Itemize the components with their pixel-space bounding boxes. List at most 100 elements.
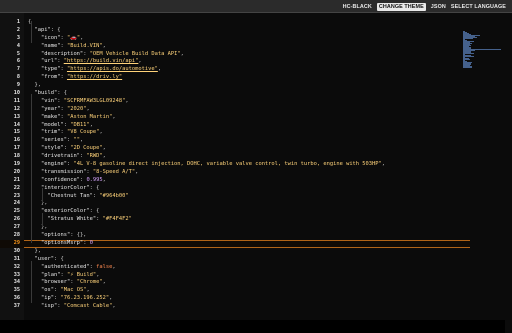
code-line[interactable]: 8 "from": "https://driv.ly": [0, 74, 470, 82]
code-token: "transmission": [40, 168, 87, 175]
code-line[interactable]: 16 "series": "",: [0, 137, 470, 145]
minimap[interactable]: [463, 31, 503, 71]
line-number: 21: [13, 176, 20, 183]
code-text: "ip": "76.23.196.252",: [28, 295, 112, 303]
toolbar-nav: HC-BLACK CHANGE THEME JSON SELECT LANGUA…: [343, 1, 506, 12]
code-line[interactable]: 28 "options": {},: [0, 232, 470, 240]
code-text: "url": "https://build.vin/api",: [28, 58, 142, 66]
code-text: "interiorColor": {: [28, 185, 99, 193]
code-token: "style": [40, 145, 64, 152]
code-line[interactable]: 13 "make": "Aston Martin",: [0, 114, 470, 122]
code-line[interactable]: 3 "icon": "🚗",: [0, 35, 470, 43]
line-number: 19: [13, 161, 20, 168]
code-line[interactable]: 32 "authenticated": false,: [0, 264, 470, 272]
line-number: 24: [13, 200, 20, 207]
code-line[interactable]: 9 },: [0, 82, 470, 90]
code-token: ,: [109, 295, 113, 302]
line-number: 6: [16, 58, 20, 65]
select-language-button[interactable]: SELECT LANGUAGE: [451, 4, 506, 10]
indent-guide: [31, 261, 32, 303]
code-line[interactable]: 21 "confidence": 0.995,: [0, 177, 470, 185]
code-line[interactable]: 29 "optionsMsrp": 0: [0, 239, 470, 248]
code-token: "76.23.196.252": [60, 295, 110, 302]
code-line[interactable]: 24 },: [0, 200, 470, 208]
line-number: 10: [13, 90, 20, 97]
code-token: "ip": [40, 295, 54, 302]
code-line[interactable]: 26 "Stratus White": "#F4F4F2": [0, 216, 470, 224]
line-number: 8: [16, 74, 20, 81]
code-line[interactable]: 10 "build": {: [0, 90, 470, 98]
change-theme-button[interactable]: CHANGE THEME: [376, 2, 426, 11]
code-token: ,: [96, 271, 100, 278]
minimap-line: [463, 67, 473, 68]
code-editor[interactable]: 1{2 "api": {3 "icon": "🚗", 4 "name": "Bui…: [0, 13, 512, 333]
code-line[interactable]: 12 "year": "2020",: [0, 106, 470, 114]
code-token: 0.995: [86, 176, 103, 183]
line-number: 2: [16, 26, 20, 33]
code-line[interactable]: 25 "exteriorColor": {: [0, 208, 470, 216]
code-line[interactable]: 23 "Chestnut Tan": "#964b00": [0, 193, 470, 201]
theme-label[interactable]: HC-BLACK: [343, 4, 372, 10]
code-line[interactable]: 37 "isp": "Comcast Cable",: [0, 303, 470, 311]
code-text: "type": "https://apis.do/automotive",: [28, 66, 161, 74]
code-line[interactable]: 36 "ip": "76.23.196.252",: [0, 295, 470, 303]
code-line[interactable]: 4 "name": "Build.VIN",: [0, 43, 470, 51]
indent-guide: [42, 213, 43, 227]
code-line[interactable]: 14 "model": "DB11",: [0, 122, 470, 130]
code-line[interactable]: 34 "browser": "Chrome",: [0, 279, 470, 287]
code-text: "authenticated": false,: [28, 264, 116, 272]
code-line[interactable]: 15 "trim": "V8 Coupe",: [0, 129, 470, 137]
code-token: "url": [40, 58, 58, 65]
code-line[interactable]: 5 "description": "OEM Vehicle Build Data…: [0, 51, 470, 59]
line-number: 34: [13, 279, 20, 286]
code-line[interactable]: 18 "drivetrain": "RWD",: [0, 153, 470, 161]
code-text: "Stratus White": "#F4F4F2": [28, 216, 132, 224]
code-line[interactable]: 30 },: [0, 248, 470, 256]
code-token: "authenticated": [40, 263, 90, 270]
code-line[interactable]: 6 "url": "https://build.vin/api",: [0, 58, 470, 66]
code-token: "description": [40, 50, 84, 57]
code-token: ,: [112, 263, 116, 270]
code-token: ,: [180, 50, 184, 57]
code-token: : {: [89, 208, 100, 215]
code-line[interactable]: 17 "style": "2D Coupe",: [0, 145, 470, 153]
line-number: 7: [16, 66, 20, 73]
code-token: "os": [40, 287, 54, 294]
code-line[interactable]: 22 "interiorColor": {: [0, 185, 470, 193]
code-line[interactable]: 19 "engine": "4L V-8 gasoline direct inj…: [0, 161, 470, 169]
code-token: "2D Coupe": [70, 145, 103, 152]
code-line[interactable]: 20 "transmission": "8-Speed A/T",: [0, 169, 470, 177]
code-line[interactable]: 2 "api": {: [0, 27, 470, 35]
code-token: : {},: [70, 232, 87, 239]
code-token: "api": [34, 26, 51, 33]
line-number: 30: [13, 247, 20, 254]
code-token: "options": [40, 232, 71, 239]
code-token: ,: [102, 145, 106, 152]
code-line[interactable]: 1{: [0, 19, 470, 27]
code-token: "Mac OS": [60, 287, 87, 294]
line-number: 3: [16, 34, 20, 41]
line-number: 5: [16, 50, 20, 57]
code-line[interactable]: 27 },: [0, 224, 470, 232]
code-token: ,: [112, 113, 116, 120]
code-text: },: [28, 248, 41, 256]
code-line[interactable]: 7 "type": "https://apis.do/automotive",: [0, 66, 470, 74]
code-token: "drivetrain": [40, 153, 80, 160]
code-token: "⚡ Build": [66, 271, 97, 278]
code-token: "#F4F4F2": [102, 216, 132, 223]
json-button[interactable]: JSON: [431, 4, 446, 10]
code-token: "Aston Martin": [66, 113, 113, 120]
code-line[interactable]: 11 "vin": "SCFRMFAW3LGL09248",: [0, 98, 470, 106]
line-number: 27: [13, 224, 20, 231]
code-line[interactable]: 33 "plan": "⚡ Build",: [0, 272, 470, 280]
code-token: "RWD": [86, 153, 103, 160]
code-token: "Chrome": [76, 279, 103, 286]
vertical-scrollbar[interactable]: [505, 26, 512, 333]
code-line[interactable]: 35 "os": "Mac OS",: [0, 287, 470, 295]
code-line[interactable]: 31 "user": {: [0, 256, 470, 264]
line-number: 4: [16, 42, 20, 49]
